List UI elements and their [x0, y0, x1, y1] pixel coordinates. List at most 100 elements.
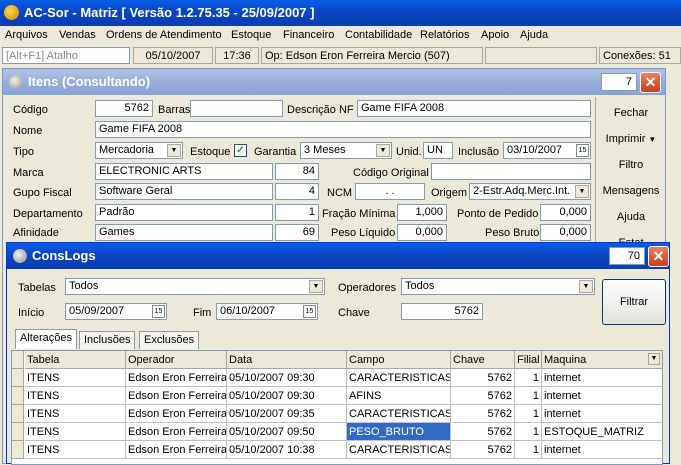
codigo-field[interactable]: 5762: [95, 100, 153, 117]
cell-filial[interactable]: 1: [515, 387, 542, 405]
imprimir-button[interactable]: Imprimir ▼: [596, 133, 666, 145]
chevron-down-icon[interactable]: ▼: [309, 280, 323, 293]
col-header-chave[interactable]: Chave: [451, 351, 515, 369]
nome-field[interactable]: Game FIFA 2008: [95, 121, 591, 138]
chevron-down-icon[interactable]: ▼: [575, 185, 589, 198]
cell-maquina[interactable]: internet: [542, 387, 662, 405]
cell-filial[interactable]: 1: [515, 405, 542, 423]
peso-bruto-field[interactable]: 0,000: [540, 224, 591, 241]
menu-ajuda[interactable]: Ajuda: [520, 29, 548, 41]
grupo-code-field[interactable]: 4: [275, 183, 319, 200]
marca-code-field[interactable]: 84: [275, 163, 319, 180]
ajuda-button[interactable]: Ajuda: [596, 211, 666, 223]
fracao-field[interactable]: 1,000: [397, 204, 447, 221]
cell-data[interactable]: 05/10/2007 09:50: [227, 423, 347, 441]
ncm-field[interactable]: . .: [355, 183, 425, 200]
chave-field[interactable]: 5762: [401, 303, 483, 320]
col-header-campo[interactable]: Campo: [347, 351, 451, 369]
cell-maquina[interactable]: internet: [542, 405, 662, 423]
cell-operador[interactable]: Edson Eron Ferreira Mercio: [126, 441, 227, 459]
peso-liquido-field[interactable]: 0,000: [397, 224, 447, 241]
origem-select[interactable]: 2-Estr.Adq.Merc.Int. ▼: [469, 183, 591, 200]
cell-data[interactable]: 05/10/2007 09:35: [227, 405, 347, 423]
menu-ordens[interactable]: Ordens de Atendimento: [106, 29, 222, 41]
inclusao-field[interactable]: 03/10/2007 15: [503, 142, 591, 159]
cell-campo[interactable]: AFINS: [347, 387, 451, 405]
garantia-select[interactable]: 3 Meses ▼: [300, 142, 392, 159]
filtro-button[interactable]: Filtro: [596, 159, 666, 171]
cell-maquina[interactable]: internet: [542, 369, 662, 387]
cell-tabela[interactable]: ITENS: [25, 423, 126, 441]
cell-campo[interactable]: CARACTERISTICAS: [347, 369, 451, 387]
chevron-down-icon[interactable]: ▼: [376, 144, 390, 157]
row-indicator[interactable]: [12, 369, 24, 387]
calendar-icon[interactable]: 15: [152, 305, 165, 318]
tipo-select[interactable]: Mercadoria ▼: [95, 142, 183, 159]
itens-close-button[interactable]: ✕: [640, 72, 661, 93]
cell-tabela[interactable]: ITENS: [25, 441, 126, 459]
grupo-fiscal-field[interactable]: Software Geral: [95, 183, 273, 200]
row-indicator[interactable]: [12, 405, 24, 423]
menu-vendas[interactable]: Vendas: [59, 29, 96, 41]
col-header-maquina[interactable]: Maquina ▼: [542, 351, 662, 369]
col-header-filial[interactable]: Filial: [515, 351, 542, 369]
afinidade-field[interactable]: Games: [95, 224, 273, 241]
unid-field[interactable]: UN: [423, 142, 453, 159]
filtrar-button[interactable]: Filtrar: [602, 279, 666, 325]
cell-chave[interactable]: 5762: [451, 423, 515, 441]
chevron-down-icon[interactable]: ▼: [579, 280, 593, 293]
conslogs-close-button[interactable]: ✕: [648, 246, 669, 267]
descricao-field[interactable]: Game FIFA 2008: [357, 100, 591, 117]
afinidade-code-field[interactable]: 69: [275, 224, 319, 241]
cell-data[interactable]: 05/10/2007 09:30: [227, 387, 347, 405]
tab-alteracoes[interactable]: Alterações: [15, 329, 77, 349]
cell-filial[interactable]: 1: [515, 423, 542, 441]
codigo-original-field[interactable]: [431, 163, 591, 180]
cell-data[interactable]: 05/10/2007 09:30: [227, 369, 347, 387]
cell-tabela[interactable]: ITENS: [25, 369, 126, 387]
row-indicator[interactable]: [12, 387, 24, 405]
departamento-code-field[interactable]: 1: [275, 204, 319, 221]
cell-maquina[interactable]: ESTOQUE_MATRIZ: [542, 423, 662, 441]
mensagens-button[interactable]: Mensagens: [596, 185, 666, 197]
cell-filial[interactable]: 1: [515, 441, 542, 459]
tab-exclusoes[interactable]: Exclusões: [139, 331, 200, 349]
col-header-operador[interactable]: Operador: [126, 351, 227, 369]
tabelas-select[interactable]: Todos ▼: [65, 278, 325, 295]
calendar-icon[interactable]: 15: [576, 144, 589, 157]
cell-tabela[interactable]: ITENS: [25, 405, 126, 423]
barras-field[interactable]: [190, 100, 283, 117]
cell-campo[interactable]: CARACTERISTICAS: [347, 405, 451, 423]
menu-apoio[interactable]: Apoio: [481, 29, 509, 41]
chevron-down-icon[interactable]: ▼: [167, 144, 181, 157]
marca-field[interactable]: ELECTRONIC ARTS: [95, 163, 273, 180]
menu-relatorios[interactable]: Relatórios: [420, 29, 470, 41]
departamento-field[interactable]: Padrão: [95, 204, 273, 221]
cell-operador[interactable]: Edson Eron Ferreira Mercio: [126, 405, 227, 423]
cell-maquina[interactable]: internet: [542, 441, 662, 459]
fim-field[interactable]: 06/10/2007 15: [216, 303, 318, 320]
chevron-down-icon[interactable]: ▼: [648, 353, 660, 365]
cell-operador[interactable]: Edson Eron Ferreira Mercio: [126, 387, 227, 405]
tab-inclusoes[interactable]: Inclusões: [79, 331, 136, 349]
cell-campo-selected[interactable]: PESO_BRUTO: [347, 423, 451, 441]
calendar-icon[interactable]: 15: [303, 305, 316, 318]
row-indicator[interactable]: [12, 423, 24, 441]
row-indicator[interactable]: [12, 441, 24, 459]
menu-arquivos[interactable]: Arquivos: [5, 29, 48, 41]
cell-operador[interactable]: Edson Eron Ferreira Mercio: [126, 423, 227, 441]
cell-data[interactable]: 05/10/2007 10:38: [227, 441, 347, 459]
cell-chave[interactable]: 5762: [451, 441, 515, 459]
menu-financeiro[interactable]: Financeiro: [283, 29, 334, 41]
cell-chave[interactable]: 5762: [451, 405, 515, 423]
cell-filial[interactable]: 1: [515, 369, 542, 387]
cell-tabela[interactable]: ITENS: [25, 387, 126, 405]
col-header-tabela[interactable]: Tabela: [25, 351, 126, 369]
cell-operador[interactable]: Edson Eron Ferreira Mercio: [126, 369, 227, 387]
menu-estoque[interactable]: Estoque: [231, 29, 271, 41]
ponto-pedido-field[interactable]: 0,000: [540, 204, 591, 221]
estoque-checkbox[interactable]: ✓: [234, 144, 247, 157]
shortcut-field[interactable]: [Alt+F1] Atalho: [2, 47, 130, 64]
inicio-field[interactable]: 05/09/2007 15: [65, 303, 167, 320]
cell-chave[interactable]: 5762: [451, 369, 515, 387]
